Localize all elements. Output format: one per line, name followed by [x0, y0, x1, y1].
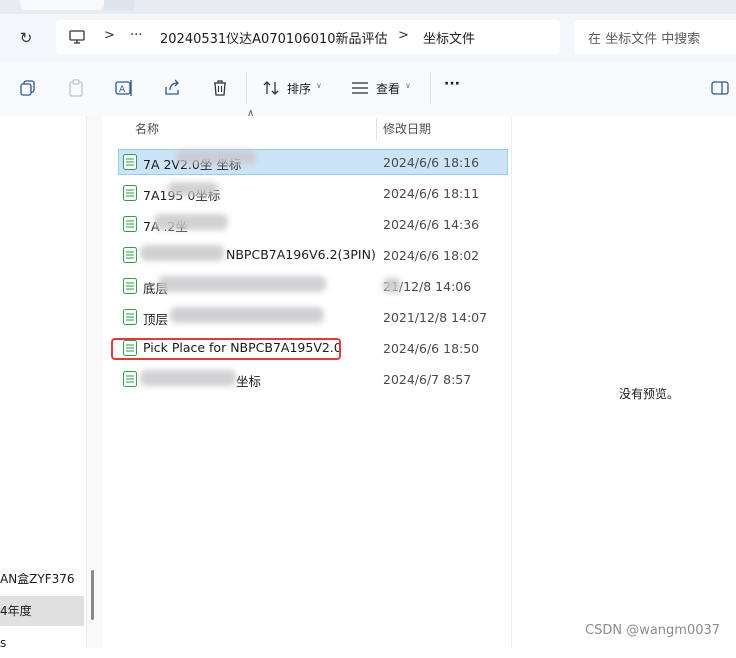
watermark: CSDN @wangm0037 [585, 623, 721, 638]
redaction-blur [140, 370, 236, 386]
toolbar-divider [430, 72, 431, 104]
redaction-blur [383, 278, 401, 293]
breadcrumb-item-project[interactable]: 20240531仪达A070106010新品评估 [160, 28, 388, 47]
breadcrumb-separator-icon: > [398, 28, 409, 43]
rename-icon[interactable]: A [114, 78, 134, 98]
file-name[interactable]: 坐标 [236, 371, 261, 390]
column-header-date[interactable]: 修改日期 [383, 120, 431, 137]
svg-text:A: A [119, 85, 126, 95]
window-tab[interactable] [20, 0, 104, 10]
spreadsheet-file-icon [123, 371, 137, 387]
file-date: 2024/6/6 18:11 [383, 186, 480, 201]
file-date: 2024/6/6 14:36 [383, 217, 480, 232]
sort-icon[interactable] [261, 78, 281, 98]
details-pane-icon[interactable] [710, 78, 730, 98]
nav-item[interactable]: s [0, 628, 84, 658]
copy-icon[interactable] [18, 78, 38, 98]
chevron-down-icon[interactable]: ∨ [316, 81, 322, 90]
redaction-blur [176, 150, 256, 164]
pane-splitter[interactable] [86, 116, 104, 648]
navigation-scrollbar[interactable] [91, 570, 94, 620]
preview-pane [511, 116, 736, 648]
column-divider[interactable] [376, 118, 377, 140]
sort-button[interactable]: 排序 [287, 80, 311, 97]
redaction-blur [140, 245, 224, 261]
breadcrumb-item-current[interactable]: 坐标文件 [423, 28, 475, 47]
paste-icon[interactable] [66, 78, 86, 98]
redaction-blur [158, 276, 326, 292]
spreadsheet-file-icon [123, 154, 137, 170]
file-date: 2024/6/6 18:16 [383, 155, 480, 170]
sort-caret-icon: ∧ [247, 108, 255, 119]
computer-icon[interactable] [68, 28, 86, 46]
breadcrumb-separator-icon: > [104, 28, 115, 43]
chevron-down-icon[interactable]: ∨ [405, 81, 411, 90]
spreadsheet-file-icon [123, 247, 137, 263]
redaction-blur [170, 307, 324, 323]
redaction-blur [154, 214, 228, 230]
view-icon[interactable] [350, 78, 370, 98]
file-name[interactable]: NBPCB7A196V6.2(3PIN) [226, 247, 376, 262]
nav-item[interactable]: AN盒ZYF376 [0, 564, 84, 594]
nav-item-selected[interactable]: 4年度 [0, 596, 84, 626]
share-icon[interactable] [162, 78, 182, 98]
redaction-blur [168, 182, 218, 196]
file-date: 2024/6/6 18:02 [383, 248, 480, 263]
delete-icon[interactable] [210, 78, 230, 98]
search-placeholder: 在 坐标文件 中搜索 [588, 32, 701, 47]
spreadsheet-file-icon [123, 216, 137, 232]
spreadsheet-file-icon [123, 309, 137, 325]
highlight-annotation-box [111, 338, 341, 360]
file-date: 2021/12/8 14:07 [383, 310, 488, 325]
no-preview-text: 没有预览。 [619, 387, 680, 401]
more-options-button[interactable]: ··· [444, 76, 460, 92]
breadcrumb-overflow-button[interactable]: ··· [130, 28, 142, 43]
column-header-name[interactable]: 名称 [135, 120, 159, 137]
file-date: 2024/6/6 18:50 [383, 341, 480, 356]
spreadsheet-file-icon [123, 278, 137, 294]
file-date: 2024/6/7 8:57 [383, 372, 472, 387]
view-button[interactable]: 查看 [376, 80, 400, 97]
spreadsheet-file-icon [123, 185, 137, 201]
refresh-icon[interactable]: ↻ [14, 26, 38, 50]
file-name[interactable]: 顶层 [143, 309, 168, 328]
new-tab-area[interactable] [104, 0, 134, 10]
toolbar-divider [246, 72, 247, 104]
